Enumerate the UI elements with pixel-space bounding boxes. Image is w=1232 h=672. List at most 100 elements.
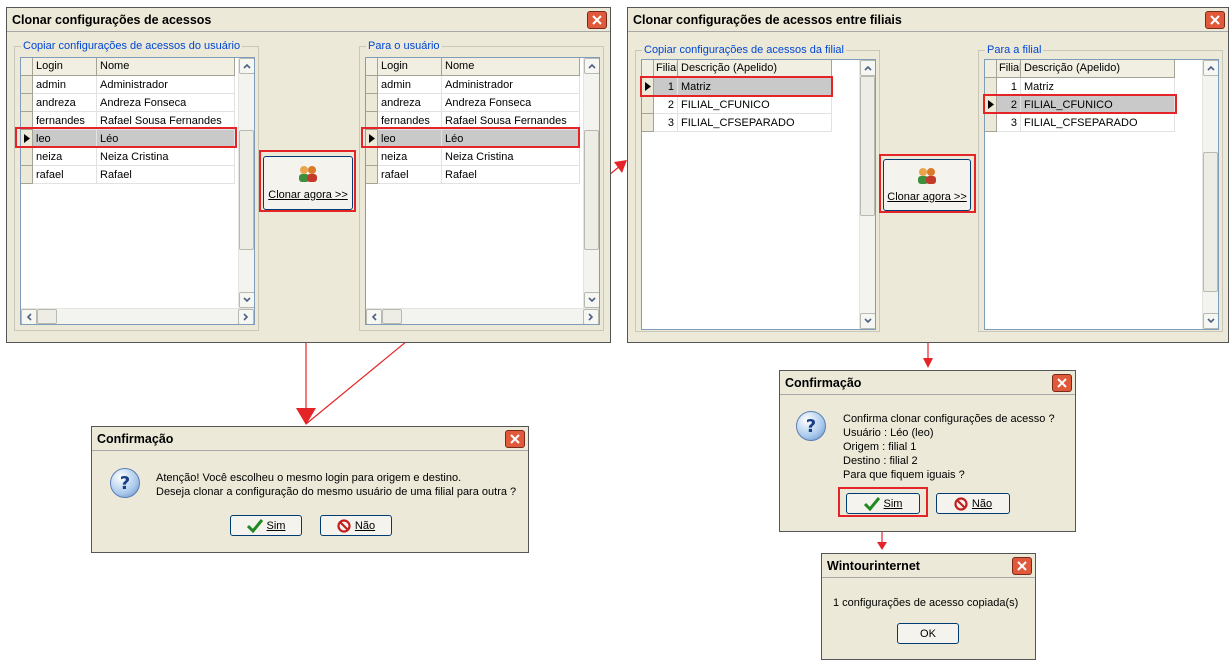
cell-nome: Rafael (97, 166, 235, 184)
vertical-scrollbar[interactable] (583, 58, 599, 308)
chevron-left-icon (26, 313, 32, 321)
scroll-left-button[interactable] (366, 309, 382, 324)
chevron-up-icon (1207, 65, 1215, 71)
table-row[interactable]: neiza Neiza Cristina (366, 148, 580, 166)
close-button[interactable] (1205, 11, 1225, 29)
scroll-right-button[interactable] (238, 309, 254, 324)
users-icon (918, 168, 936, 184)
table-row-selected[interactable]: leo Léo (21, 130, 235, 148)
cell-login: neiza (378, 148, 442, 166)
column-header-filial[interactable]: Filial (997, 60, 1021, 78)
yes-button[interactable]: Sim (846, 493, 920, 514)
cell-login: admin (33, 76, 97, 94)
scroll-thumb[interactable] (1203, 152, 1218, 292)
table-row[interactable]: andreza Andreza Fonseca (366, 94, 580, 112)
horizontal-scrollbar[interactable] (21, 308, 254, 324)
table-row[interactable]: fernandes Rafael Sousa Fernandes (21, 112, 235, 130)
table-row-selected[interactable]: leo Léo (366, 130, 580, 148)
column-header-nome[interactable]: Nome (442, 58, 580, 76)
dialog-message-line: Deseja clonar a configuração do mesmo us… (156, 486, 517, 498)
clone-now-button[interactable]: Clonar agora >> (263, 156, 353, 210)
table-row[interactable]: rafael Rafael (366, 166, 580, 184)
scroll-down-button[interactable] (239, 292, 254, 308)
source-user-legend: Copiar configurações de acessos do usuár… (21, 40, 243, 52)
cell-nome: Rafael Sousa Fernandes (442, 112, 580, 130)
vertical-scrollbar[interactable] (1202, 60, 1218, 329)
scroll-down-button[interactable] (584, 292, 599, 308)
table-row-selected[interactable]: 1 Matriz (642, 78, 832, 96)
scroll-down-button[interactable] (860, 313, 875, 329)
no-label: Não (971, 497, 993, 510)
cell-login: rafael (378, 166, 442, 184)
result-dialog: Wintourinternet 1 configurações de acess… (821, 553, 1036, 660)
chevron-down-icon (864, 318, 872, 324)
table-row[interactable]: admin Administrador (366, 76, 580, 94)
cell-nome: Rafael (442, 166, 580, 184)
scroll-thumb[interactable] (239, 130, 254, 250)
dialog-message-line: Confirma clonar configurações de acesso … (843, 413, 1055, 425)
column-header-filial[interactable]: Filial (654, 60, 678, 78)
cell-descricao: FILIAL_CFSEPARADO (1021, 114, 1175, 132)
close-button[interactable] (1052, 374, 1072, 392)
chevron-down-icon (1207, 318, 1215, 324)
cell-login: leo (378, 130, 442, 148)
ok-button[interactable]: OK (897, 623, 959, 644)
close-icon (592, 15, 602, 25)
question-icon: ? (796, 411, 826, 441)
scroll-thumb[interactable] (382, 309, 402, 324)
scroll-thumb[interactable] (584, 130, 599, 250)
dialog-title: Wintourinternet (822, 554, 1035, 578)
scroll-up-button[interactable] (860, 60, 875, 76)
table-row[interactable]: andreza Andreza Fonseca (21, 94, 235, 112)
column-header-nome[interactable]: Nome (97, 58, 235, 76)
table-row[interactable]: 3 FILIAL_CFSEPARADO (642, 114, 832, 132)
table-row[interactable]: 3 FILIAL_CFSEPARADO (985, 114, 1175, 132)
yes-label: Sim (266, 519, 286, 532)
dialog-message-line: Usuário : Léo (leo) (843, 427, 934, 439)
cell-login: andreza (33, 94, 97, 112)
column-header-descricao[interactable]: Descrição (Apelido) (1021, 60, 1175, 78)
scroll-right-button[interactable] (583, 309, 599, 324)
confirm-dialog-clone: Confirmação ? Confirma clonar configuraç… (779, 370, 1076, 532)
column-header-descricao[interactable]: Descrição (Apelido) (678, 60, 832, 78)
no-button[interactable]: Não (936, 493, 1010, 514)
cell-nome: Andreza Fonseca (97, 94, 235, 112)
scroll-left-button[interactable] (21, 309, 37, 324)
scroll-thumb[interactable] (37, 309, 57, 324)
table-row[interactable]: rafael Rafael (21, 166, 235, 184)
yes-button[interactable]: Sim (230, 515, 302, 536)
confirm-dialog-same-user: Confirmação ? Atenção! Você escolheu o m… (91, 426, 529, 553)
clone-now-button[interactable]: Clonar agora >> (883, 159, 971, 211)
source-branch-grid[interactable]: Filial Descrição (Apelido) 1 Matriz 2 FILI… (641, 59, 876, 330)
chevron-right-icon (243, 313, 249, 321)
table-row[interactable]: 1 Matriz (985, 78, 1175, 96)
scroll-up-button[interactable] (1203, 60, 1218, 76)
chevron-down-icon (243, 297, 251, 303)
table-row-selected[interactable]: 2 FILIAL_CFUNICO (985, 96, 1175, 114)
vertical-scrollbar[interactable] (859, 60, 875, 329)
no-button[interactable]: Não (320, 515, 392, 536)
scroll-up-button[interactable] (239, 58, 254, 74)
scroll-thumb[interactable] (860, 76, 875, 216)
table-row[interactable]: 2 FILIAL_CFUNICO (642, 96, 832, 114)
cell-login: fernandes (33, 112, 97, 130)
target-user-grid[interactable]: Login Nome admin Administrador andreza And… (365, 57, 600, 325)
target-branch-grid[interactable]: Filial Descrição (Apelido) 1 Matriz 2 FILI… (984, 59, 1219, 330)
horizontal-scrollbar[interactable] (366, 308, 599, 324)
vertical-scrollbar[interactable] (238, 58, 254, 308)
row-pointer-icon (644, 82, 651, 91)
target-user-group: Para o usuário Login Nome admin Administr… (359, 40, 604, 331)
column-header-login[interactable]: Login (33, 58, 97, 76)
scroll-up-button[interactable] (584, 58, 599, 74)
table-row[interactable]: neiza Neiza Cristina (21, 148, 235, 166)
table-row[interactable]: fernandes Rafael Sousa Fernandes (366, 112, 580, 130)
cell-nome: Neiza Cristina (442, 148, 580, 166)
close-button[interactable] (1012, 557, 1032, 575)
scroll-down-button[interactable] (1203, 313, 1218, 329)
cell-nome: Rafael Sousa Fernandes (97, 112, 235, 130)
column-header-login[interactable]: Login (378, 58, 442, 76)
source-user-grid[interactable]: Login Nome admin Administrador andreza And… (20, 57, 255, 325)
close-button[interactable] (505, 430, 525, 448)
table-row[interactable]: admin Administrador (21, 76, 235, 94)
close-button[interactable] (587, 11, 607, 29)
